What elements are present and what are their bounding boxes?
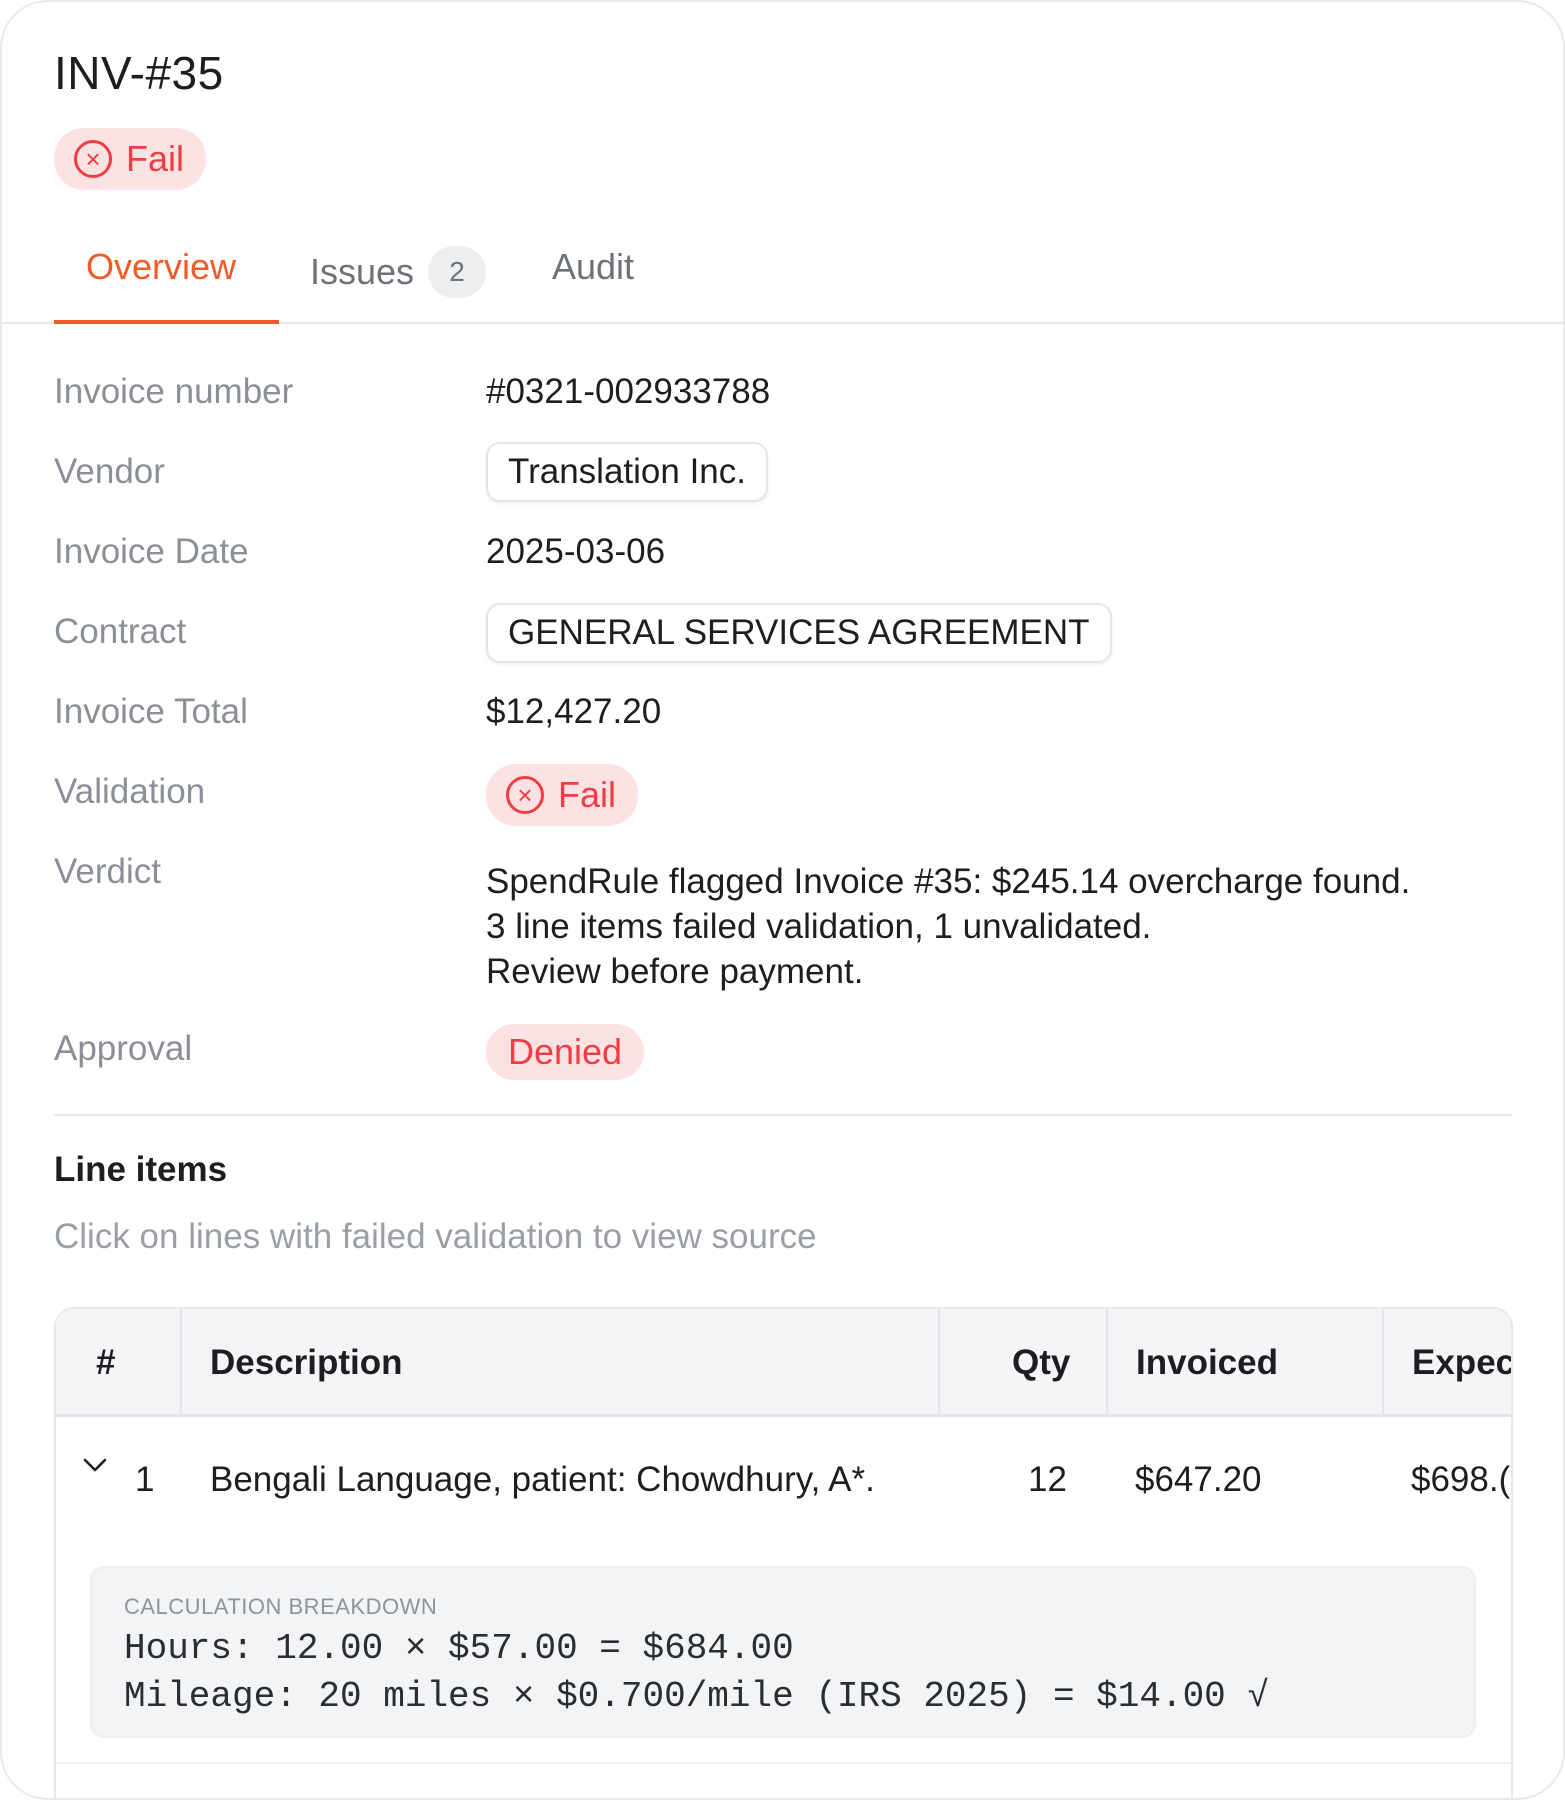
line-items-title: Line items xyxy=(54,1150,228,1189)
verdict-line: 3 line items failed validation, 1 unvali… xyxy=(486,907,1152,946)
column-divider xyxy=(938,1309,940,1417)
row-description: Bengali Language, patient: Chowdhury, A*… xyxy=(210,1460,875,1499)
contract-chip[interactable]: GENERAL SERVICES AGREEMENT xyxy=(486,603,1112,663)
validation-label: Validation xyxy=(54,772,206,811)
row-divider xyxy=(56,1762,1511,1764)
active-tab-indicator xyxy=(54,320,279,324)
line-items-subtitle: Click on lines with failed validation to… xyxy=(54,1217,817,1256)
approval-badge: Denied xyxy=(486,1024,645,1080)
tab-overview[interactable]: Overview xyxy=(86,246,236,288)
invoice-date-label: Invoice Date xyxy=(54,532,249,571)
calculation-title: CALCULATION BREAKDOWN xyxy=(124,1594,438,1619)
invoice-number-value: #0321-002933788 xyxy=(486,372,771,411)
section-divider xyxy=(54,1114,1512,1116)
tab-audit-label: Audit xyxy=(552,246,635,287)
tab-issues-label: Issues xyxy=(310,251,415,292)
chevron-down-icon[interactable] xyxy=(80,1450,110,1480)
invoice-total-value: $12,427.20 xyxy=(486,692,662,731)
column-divider xyxy=(1382,1309,1384,1417)
vendor-label: Vendor xyxy=(54,452,165,491)
tab-issues[interactable]: Issues 2 xyxy=(310,246,487,298)
row-expected: $698.( xyxy=(1411,1460,1511,1499)
calculation-line-hours: Hours: 12.00 × $57.00 = $684.00 xyxy=(124,1628,794,1669)
invoice-number-label: Invoice number xyxy=(54,372,294,411)
column-header-description[interactable]: Description xyxy=(210,1309,403,1417)
page-title: INV-#35 xyxy=(54,47,224,99)
verdict-text: SpendRule flagged Invoice #35: $245.14 o… xyxy=(486,859,1410,994)
tab-audit[interactable]: Audit xyxy=(552,246,634,288)
row-number: 1 xyxy=(135,1460,155,1499)
verdict-label: Verdict xyxy=(54,852,161,891)
row-qty: 12 xyxy=(1028,1460,1067,1499)
column-header-number[interactable]: # xyxy=(96,1309,115,1417)
column-divider xyxy=(1106,1309,1108,1417)
invoice-total-label: Invoice Total xyxy=(54,692,248,731)
vendor-chip[interactable]: Translation Inc. xyxy=(486,442,768,502)
status-badge: × Fail xyxy=(54,128,207,190)
column-header-expected[interactable]: Expec xyxy=(1412,1309,1511,1417)
invoice-detail-card: INV-#35 × Fail Overview Issues 2 Audit I… xyxy=(0,0,1565,1800)
contract-label: Contract xyxy=(54,612,187,651)
approval-label: Approval xyxy=(54,1029,193,1068)
invoice-date-value: 2025-03-06 xyxy=(486,532,666,571)
verdict-line: Review before payment. xyxy=(486,952,864,991)
table-header: # Description Qty Invoiced Expec xyxy=(56,1309,1511,1417)
column-header-invoiced[interactable]: Invoiced xyxy=(1136,1309,1278,1417)
x-circle-icon: × xyxy=(74,140,112,178)
tab-overview-label: Overview xyxy=(86,246,237,287)
calculation-breakdown: CALCULATION BREAKDOWN Hours: 12.00 × $57… xyxy=(90,1566,1476,1738)
calculation-line-mileage: Mileage: 20 miles × $0.700/mile (IRS 202… xyxy=(124,1676,1269,1717)
validation-badge-label: Fail xyxy=(558,774,617,815)
verdict-line: SpendRule flagged Invoice #35: $245.14 o… xyxy=(486,862,1411,901)
issues-count-badge: 2 xyxy=(428,246,487,298)
column-divider xyxy=(180,1309,182,1417)
tab-bar: Overview Issues 2 Audit xyxy=(2,232,1563,324)
row-invoiced: $647.20 xyxy=(1135,1460,1262,1499)
status-badge-label: Fail xyxy=(126,138,185,179)
column-header-qty[interactable]: Qty xyxy=(1012,1309,1070,1417)
x-circle-icon: × xyxy=(506,776,544,814)
validation-badge: × Fail xyxy=(486,764,639,826)
